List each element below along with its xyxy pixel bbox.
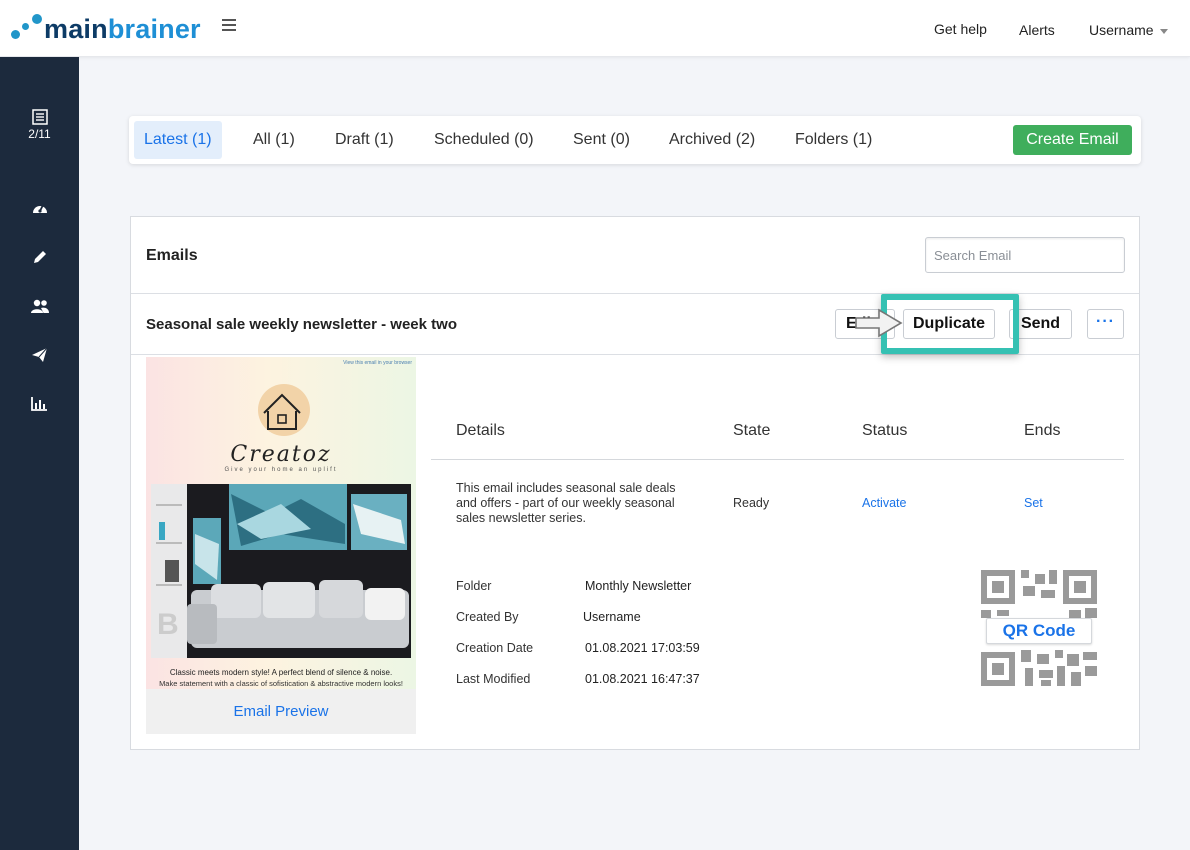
view-in-browser-text: View this email in your browser xyxy=(343,360,412,366)
status-header: Status xyxy=(862,422,908,439)
emails-header: Emails xyxy=(131,217,1139,294)
pointer-arrow-icon xyxy=(855,308,903,338)
promo-line-1: Classic meets modern style! A perfect bl… xyxy=(169,668,393,677)
folder-label: Folder xyxy=(456,579,492,593)
email-tabs-bar: Latest (1) All (1) Draft (1) Scheduled (… xyxy=(129,116,1141,164)
email-row: Seasonal sale weekly newsletter - week t… xyxy=(131,294,1139,355)
create-email-button[interactable]: Create Email xyxy=(1013,125,1132,155)
sidebar-item-editor[interactable] xyxy=(0,249,79,265)
last-modified-value: 01.08.2021 16:47:37 xyxy=(585,672,700,686)
duplicate-button[interactable]: Duplicate xyxy=(903,309,995,339)
search-email-input[interactable] xyxy=(925,237,1125,273)
list-icon xyxy=(31,109,48,125)
emails-panel: Emails Seasonal sale weekly newsletter -… xyxy=(130,216,1140,750)
details-divider xyxy=(431,459,1124,460)
user-menu[interactable]: Username xyxy=(1089,22,1168,38)
dashboard-gauge-icon xyxy=(32,204,47,213)
sidebar-item-reports[interactable] xyxy=(0,396,79,411)
state-value: Ready xyxy=(733,496,770,510)
alerts-link[interactable]: Alerts xyxy=(1019,22,1055,38)
tab-scheduled[interactable]: Scheduled (0) xyxy=(424,121,544,159)
folder-value: Monthly Newsletter xyxy=(585,579,692,593)
paper-plane-icon xyxy=(32,347,48,362)
email-preview-link[interactable]: Email Preview xyxy=(146,703,416,720)
brand-name: Creatoz xyxy=(230,442,332,467)
hamburger-menu-icon[interactable] xyxy=(222,19,236,31)
users-icon xyxy=(30,299,49,313)
ends-header: Ends xyxy=(1024,422,1061,439)
creation-date-value: 01.08.2021 17:03:59 xyxy=(585,641,700,655)
more-options-button[interactable]: ··· xyxy=(1087,309,1124,339)
caret-down-icon xyxy=(1159,28,1168,34)
tab-draft[interactable]: Draft (1) xyxy=(325,121,404,159)
sidebar-item-campaigns[interactable] xyxy=(0,347,79,363)
logo[interactable]: mainbrainer xyxy=(10,12,201,46)
get-help-link[interactable]: Get help xyxy=(934,21,987,37)
created-by-value: Username xyxy=(583,610,641,624)
tab-latest[interactable]: Latest (1) xyxy=(134,121,222,159)
last-modified-label: Last Modified xyxy=(456,672,531,686)
logo-dots-icon xyxy=(10,12,44,46)
living-room-photo: B xyxy=(151,484,411,658)
bar-chart-icon xyxy=(31,397,47,411)
creation-date-label: Creation Date xyxy=(456,641,534,655)
pencil-icon xyxy=(33,251,46,263)
email-preview-image: View this email in your browser Creatoz … xyxy=(146,357,416,689)
tab-archived[interactable]: Archived (2) xyxy=(659,121,765,159)
tab-sent[interactable]: Sent (0) xyxy=(563,121,640,159)
created-by-label: Created By xyxy=(456,610,519,624)
top-bar: mainbrainer Get help Alerts Username xyxy=(0,0,1190,57)
set-ends-link[interactable]: Set xyxy=(1024,496,1043,511)
email-preview[interactable]: View this email in your browser Creatoz … xyxy=(146,357,416,734)
svg-text:B: B xyxy=(157,608,179,641)
sidebar-item-contacts[interactable] xyxy=(0,298,79,314)
brand-tagline: Give your home an uplift xyxy=(224,467,338,473)
details-header: Details xyxy=(456,422,505,439)
send-button[interactable]: Send xyxy=(1009,309,1072,339)
sidebar: 2/11 xyxy=(0,57,79,850)
sidebar-counter: 2/11 xyxy=(28,127,51,141)
tab-all[interactable]: All (1) xyxy=(243,121,305,159)
tab-folders[interactable]: Folders (1) xyxy=(785,121,882,159)
emails-title: Emails xyxy=(146,247,198,264)
qr-code-button[interactable]: QR Code xyxy=(986,618,1092,644)
activate-link[interactable]: Activate xyxy=(862,496,906,511)
details-text: This email includes seasonal sale deals … xyxy=(456,481,676,525)
logo-text: mainbrainer xyxy=(44,13,201,44)
sidebar-item-list[interactable]: 2/11 xyxy=(0,109,79,141)
username-label: Username xyxy=(1089,22,1154,38)
sidebar-item-dashboard[interactable] xyxy=(0,200,79,216)
state-header: State xyxy=(733,422,771,439)
promo-line-2: Make statement with a classic of sofisti… xyxy=(159,679,403,688)
email-name: Seasonal sale weekly newsletter - week t… xyxy=(146,316,457,333)
house-logo-icon xyxy=(258,384,310,436)
